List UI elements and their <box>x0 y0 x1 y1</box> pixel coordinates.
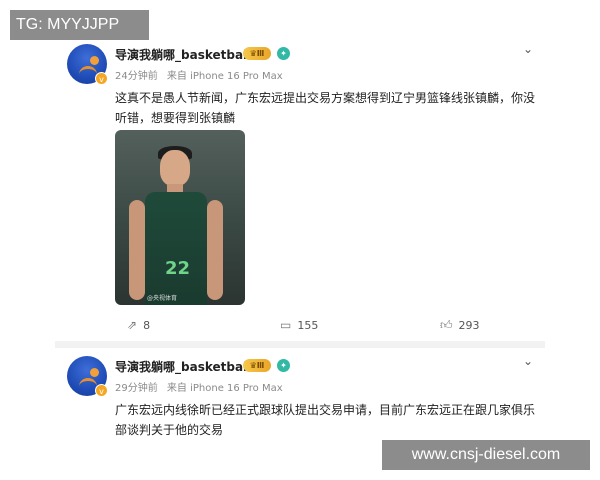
vip-badge: ♛Ⅲ <box>243 359 271 372</box>
weibo-post[interactable]: v 导演我躺哪_basketball ♛Ⅲ ✦ ⌄ 29分钟前 来自 iPhon… <box>55 348 545 443</box>
post-username[interactable]: 导演我躺哪_basketball <box>115 46 251 63</box>
post-username[interactable]: 导演我躺哪_basketball <box>115 358 251 375</box>
share-icon: ⇗ <box>127 318 138 332</box>
image-credit: @央视体育 <box>147 295 178 302</box>
verified-icon: ✦ <box>277 47 290 60</box>
post-divider <box>55 341 545 348</box>
comment-icon: ▭ <box>280 318 292 332</box>
post-text: 这真不是愚人节新闻，广东宏远提出交易方案想得到辽宁男篮锋线张镇麟，你没听错，想要… <box>115 91 536 125</box>
post-time: 29分钟前 <box>115 383 158 394</box>
chevron-down-icon[interactable]: ⌄ <box>523 42 533 56</box>
post-meta: 24分钟前 来自 iPhone 16 Pro Max <box>115 67 283 82</box>
player-head-graphic <box>160 150 190 186</box>
jersey-number: 22 <box>165 258 191 279</box>
verified-v-icon: v <box>95 72 108 85</box>
comment-button[interactable]: ▭ 155 <box>280 315 318 335</box>
verified-icon: ✦ <box>277 359 290 372</box>
like-icon: 👍︎ <box>440 318 453 332</box>
share-button[interactable]: ⇗ 8 <box>127 315 150 335</box>
post-source: 来自 iPhone 16 Pro Max <box>166 71 283 82</box>
verified-v-icon: v <box>95 384 108 397</box>
player-arm-left-graphic <box>129 200 145 300</box>
watermark-top: TG: MYYJJPP <box>10 10 149 40</box>
like-button[interactable]: 👍︎ 293 <box>440 315 480 335</box>
player-jersey-graphic <box>145 192 207 305</box>
post-source: 来自 iPhone 16 Pro Max <box>166 383 283 394</box>
post-image[interactable]: 22 @央视体育 <box>115 130 245 305</box>
post-meta: 29分钟前 来自 iPhone 16 Pro Max <box>115 379 283 394</box>
post-actions: ⇗ 8 ▭ 155 👍︎ 293 <box>115 315 535 335</box>
post-text: 广东宏远内线徐昕已经正式跟球队提出交易申请，目前广东宏远正在跟几家俱乐部谈判关于… <box>115 403 536 437</box>
player-arm-right-graphic <box>207 200 223 300</box>
vip-badge: ♛Ⅲ <box>243 47 271 60</box>
chevron-down-icon[interactable]: ⌄ <box>523 354 533 368</box>
weibo-post[interactable]: v 导演我躺哪_basketball ♛Ⅲ ✦ ⌄ 24分钟前 来自 iPhon… <box>55 36 545 341</box>
watermark-bottom: www.cnsj-diesel.com <box>382 440 590 470</box>
post-time: 24分钟前 <box>115 71 158 82</box>
avatar-ball-graphic <box>90 368 99 377</box>
avatar-ball-graphic <box>90 56 99 65</box>
